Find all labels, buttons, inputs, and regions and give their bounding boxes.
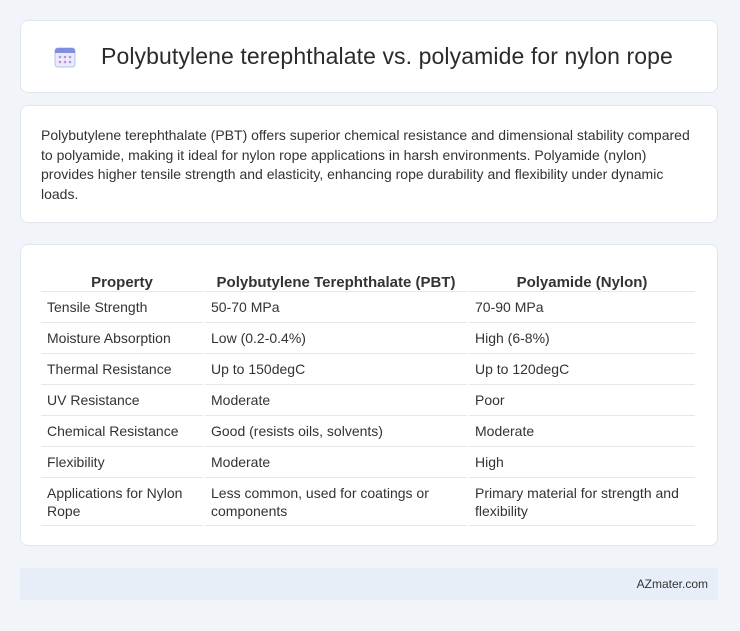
polyamide-cell: Primary material for strength and flexib… bbox=[469, 478, 695, 526]
table-row: UV Resistance Moderate Poor bbox=[41, 385, 695, 416]
table-header-row: Property Polybutylene Terephthalate (PBT… bbox=[41, 265, 695, 292]
page-title: Polybutylene terephthalate vs. polyamide… bbox=[101, 43, 673, 69]
polyamide-cell: Poor bbox=[469, 385, 695, 416]
table-row: Flexibility Moderate High bbox=[41, 447, 695, 478]
polyamide-cell: High bbox=[469, 447, 695, 478]
table-row: Tensile Strength 50-70 MPa 70-90 MPa bbox=[41, 292, 695, 323]
title-card: Polybutylene terephthalate vs. polyamide… bbox=[20, 20, 718, 93]
summary-card: Polybutylene terephthalate (PBT) offers … bbox=[20, 105, 718, 223]
comparison-table-card: Property Polybutylene Terephthalate (PBT… bbox=[20, 244, 718, 546]
column-header-property: Property bbox=[41, 265, 203, 292]
property-cell: Chemical Resistance bbox=[41, 416, 203, 447]
property-cell: Moisture Absorption bbox=[41, 323, 203, 354]
table-row: Chemical Resistance Good (resists oils, … bbox=[41, 416, 695, 447]
polyamide-cell: Up to 120degC bbox=[469, 354, 695, 385]
column-header-pbt: Polybutylene Terephthalate (PBT) bbox=[205, 265, 467, 292]
property-cell: Applications for Nylon Rope bbox=[41, 478, 203, 526]
table-row: Applications for Nylon Rope Less common,… bbox=[41, 478, 695, 526]
property-cell: Flexibility bbox=[41, 447, 203, 478]
comparison-table: Property Polybutylene Terephthalate (PBT… bbox=[39, 265, 697, 526]
property-cell: UV Resistance bbox=[41, 385, 203, 416]
calendar-icon bbox=[53, 45, 77, 69]
pbt-cell: Low (0.2-0.4%) bbox=[205, 323, 467, 354]
polyamide-cell: Moderate bbox=[469, 416, 695, 447]
summary-text: Polybutylene terephthalate (PBT) offers … bbox=[41, 127, 690, 202]
pbt-cell: Moderate bbox=[205, 447, 467, 478]
pbt-cell: 50-70 MPa bbox=[205, 292, 467, 323]
property-cell: Tensile Strength bbox=[41, 292, 203, 323]
pbt-cell: Up to 150degC bbox=[205, 354, 467, 385]
pbt-cell: Less common, used for coatings or compon… bbox=[205, 478, 467, 526]
pbt-cell: Good (resists oils, solvents) bbox=[205, 416, 467, 447]
table-row: Thermal Resistance Up to 150degC Up to 1… bbox=[41, 354, 695, 385]
polyamide-cell: 70-90 MPa bbox=[469, 292, 695, 323]
property-cell: Thermal Resistance bbox=[41, 354, 203, 385]
column-header-polyamide: Polyamide (Nylon) bbox=[469, 265, 695, 292]
footer: AZmater.com bbox=[20, 568, 718, 600]
footer-site-name: AZmater.com bbox=[636, 577, 708, 591]
polyamide-cell: High (6-8%) bbox=[469, 323, 695, 354]
table-row: Moisture Absorption Low (0.2-0.4%) High … bbox=[41, 323, 695, 354]
pbt-cell: Moderate bbox=[205, 385, 467, 416]
